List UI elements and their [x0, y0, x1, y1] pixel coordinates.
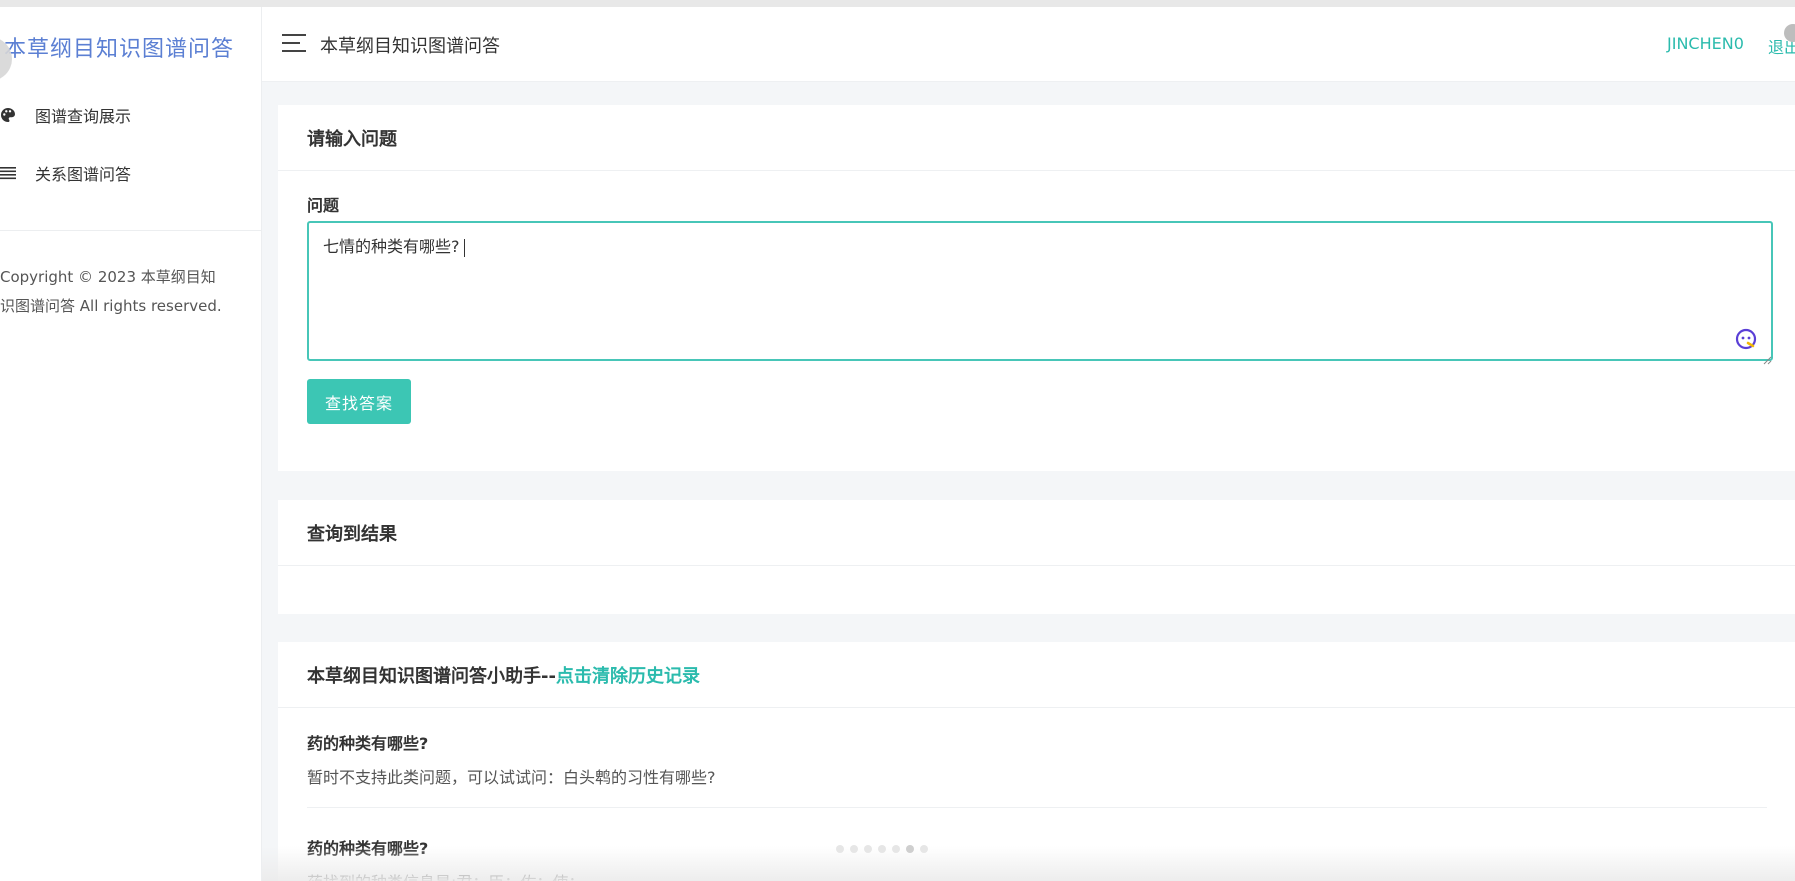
page-dot[interactable]: [878, 845, 886, 853]
card-header: 查询到结果: [278, 500, 1795, 566]
history-divider: [307, 807, 1767, 808]
top-header: 本草纲目知识图谱问答 JINCHEN0 退出: [262, 7, 1795, 82]
page-title: 本草纲目知识图谱问答: [320, 36, 500, 57]
page-indicator: [836, 845, 928, 853]
clear-history-link[interactable]: 点击清除历史记录: [556, 666, 700, 687]
history-question: 药的种类有哪些?: [307, 734, 429, 753]
top-edge: [0, 0, 1795, 7]
page-dot[interactable]: [892, 845, 900, 853]
palette-icon: [0, 107, 16, 123]
card-header: 本草纲目知识图谱问答小助手--点击清除历史记录: [278, 642, 1795, 708]
sidebar: 本草纲目知识图谱问答 图谱查询展示 关系图谱问答 Copyright © 202…: [0, 7, 262, 881]
assistant-title-text: 本草纲目知识图谱问答小助手--: [307, 665, 556, 687]
text-caret: [463, 238, 465, 257]
question-field-label: 问题: [307, 196, 340, 215]
assistant-emoji-icon[interactable]: [1735, 328, 1757, 350]
card-title: 请输入问题: [307, 128, 397, 150]
sidebar-item-label: 关系图谱问答: [35, 165, 132, 184]
question-input[interactable]: 七情的种类有哪些?: [307, 221, 1773, 361]
page-dot-active[interactable]: [906, 845, 914, 853]
copyright-line: 识图谱问答 All rights reserved.: [0, 297, 222, 315]
sidebar-item-graph-query[interactable]: 图谱查询展示: [0, 95, 261, 135]
history-answer: 药找到的种类信息是:君；臣；佐；使；: [307, 869, 1767, 881]
history-answer: 暂时不支持此类问题，可以试试问：白头鹎的习性有哪些?: [307, 768, 716, 787]
question-card: 请输入问题 问题 七情的种类有哪些? 查找答案: [278, 105, 1795, 471]
sidebar-item-label: 图谱查询展示: [35, 107, 132, 126]
history-question: 药的种类有哪些?: [307, 839, 429, 858]
question-input-value: 七情的种类有哪些?: [323, 237, 460, 256]
sidebar-item-relation-qa[interactable]: 关系图谱问答: [0, 153, 261, 193]
search-answer-button[interactable]: 查找答案: [307, 379, 411, 424]
list-icon: [0, 165, 16, 181]
history-item: 药的种类有哪些? 药找到的种类信息是:君；臣；佐；使；: [307, 835, 1767, 881]
history-item: 药的种类有哪些? 暂时不支持此类问题，可以试试问：白头鹎的习性有哪些?: [307, 730, 1767, 788]
resize-grip-icon[interactable]: [1762, 350, 1772, 365]
card-title: 本草纲目知识图谱问答小助手--点击清除历史记录: [307, 662, 700, 688]
page-dot[interactable]: [864, 845, 872, 853]
menu-toggle-icon[interactable]: [282, 34, 306, 52]
card-header: 请输入问题: [278, 105, 1795, 171]
page-dot[interactable]: [836, 845, 844, 853]
floating-handle-icon[interactable]: [1784, 24, 1795, 42]
assistant-card: 本草纲目知识图谱问答小助手--点击清除历史记录 药的种类有哪些? 暂时不支持此类…: [278, 642, 1795, 881]
brand-title[interactable]: 本草纲目知识图谱问答: [4, 31, 234, 63]
sidebar-divider: [0, 230, 261, 231]
result-card: 查询到结果: [278, 500, 1795, 614]
page-dot[interactable]: [850, 845, 858, 853]
card-title: 查询到结果: [307, 523, 397, 545]
username-link[interactable]: JINCHEN0: [1667, 34, 1744, 53]
copyright-line: Copyright © 2023 本草纲目知: [0, 268, 216, 286]
page-dot[interactable]: [920, 845, 928, 853]
copyright-text: Copyright © 2023 本草纲目知 识图谱问答 All rights …: [0, 263, 240, 321]
